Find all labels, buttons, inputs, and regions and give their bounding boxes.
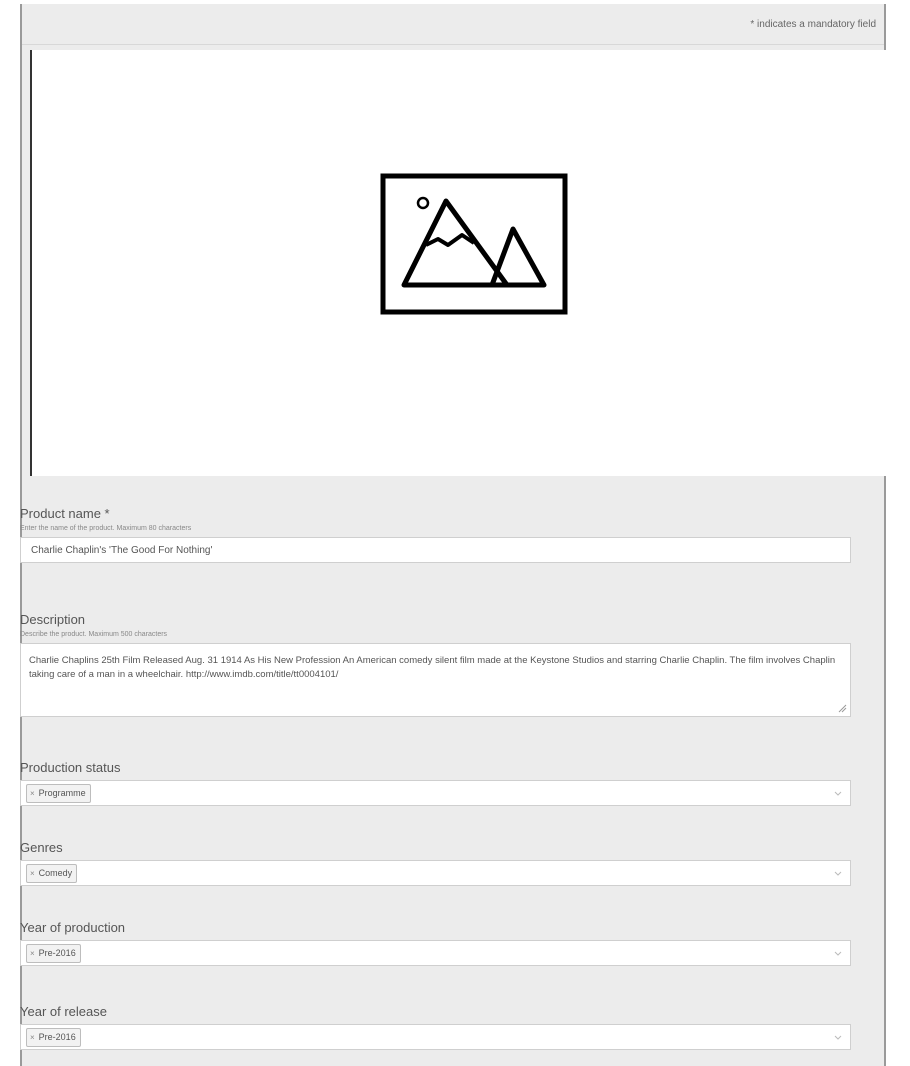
product-name-value: Charlie Chaplin's 'The Good For Nothing' — [31, 544, 213, 556]
chip-remove-icon[interactable]: × — [30, 1033, 35, 1042]
description-label: Description — [20, 612, 86, 627]
chip-remove-icon[interactable]: × — [30, 869, 35, 878]
description-textarea[interactable]: Charlie Chaplins 25th Film Released Aug.… — [20, 643, 851, 717]
genres-select[interactable]: × Comedy — [20, 860, 851, 886]
production-status-select[interactable]: × Programme — [20, 780, 851, 806]
year-of-production-field: Year of production × Pre-2016 — [20, 920, 851, 966]
year-of-release-field: Year of release × Pre-2016 — [20, 1004, 851, 1050]
year-of-production-chip: × Pre-2016 — [26, 943, 81, 963]
product-name-input[interactable]: Charlie Chaplin's 'The Good For Nothing' — [20, 537, 851, 563]
year-of-production-select[interactable]: × Pre-2016 — [20, 940, 851, 966]
production-status-label: Production status — [20, 760, 121, 775]
production-status-value: Programme — [38, 788, 86, 798]
description-hint: Describe the product. Maximum 500 charac… — [20, 631, 168, 638]
product-name-label: Product name * — [20, 506, 110, 521]
year-of-production-label: Year of production — [20, 920, 126, 935]
year-of-release-value: Pre-2016 — [38, 1032, 76, 1042]
mandatory-note: * indicates a mandatory field — [750, 19, 876, 30]
year-of-release-chip: × Pre-2016 — [26, 1027, 81, 1047]
chip-remove-icon[interactable]: × — [30, 789, 35, 798]
genres-chip: × Comedy — [26, 863, 78, 883]
product-name-field: Product name * Enter the name of the pro… — [20, 506, 851, 563]
product-image-area[interactable] — [30, 50, 886, 476]
description-value: Charlie Chaplins 25th Film Released Aug.… — [29, 655, 836, 680]
mandatory-bar: * indicates a mandatory field — [22, 4, 884, 45]
image-placeholder-icon — [380, 173, 568, 315]
genres-value: Comedy — [38, 868, 73, 878]
year-of-production-value: Pre-2016 — [38, 948, 76, 958]
chip-remove-icon[interactable]: × — [30, 949, 35, 958]
production-status-chip: × Programme — [26, 783, 91, 803]
chevron-down-icon — [834, 1035, 842, 1040]
chevron-down-icon — [834, 871, 842, 876]
genres-label: Genres — [20, 840, 63, 855]
year-of-release-label: Year of release — [20, 1004, 107, 1019]
genres-field: Genres × Comedy — [20, 840, 851, 886]
chevron-down-icon — [834, 791, 842, 796]
resize-handle-icon[interactable] — [837, 703, 847, 713]
year-of-release-select[interactable]: × Pre-2016 — [20, 1024, 851, 1050]
product-name-hint: Enter the name of the product. Maximum 8… — [20, 525, 192, 532]
chevron-down-icon — [834, 951, 842, 956]
production-status-field: Production status × Programme — [20, 760, 851, 806]
description-field: Description Describe the product. Maximu… — [20, 612, 851, 717]
